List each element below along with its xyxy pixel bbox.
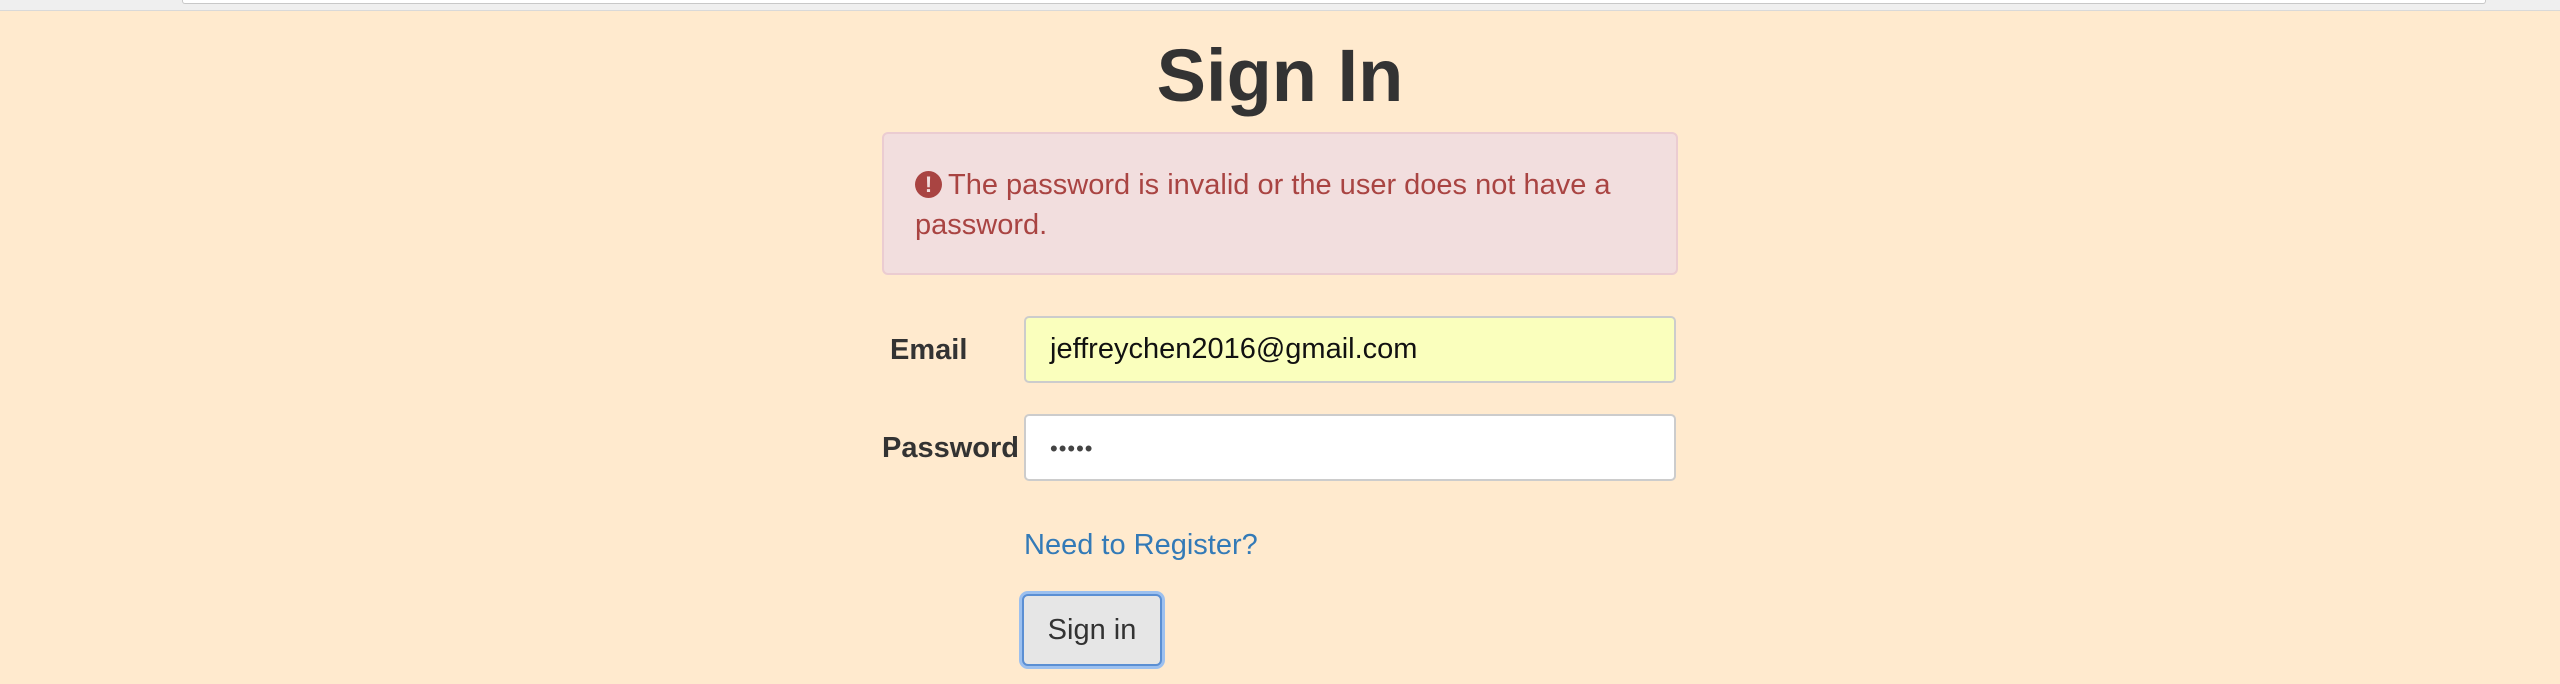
register-link[interactable]: Need to Register? bbox=[1024, 527, 1258, 563]
email-value: jeffreychen2016@gmail.com bbox=[1050, 333, 1418, 365]
password-field[interactable]: ••••• bbox=[1024, 414, 1676, 481]
page-title: Sign In bbox=[1156, 34, 1404, 117]
error-message: The password is invalid or the user does… bbox=[915, 169, 1611, 241]
password-value: ••••• bbox=[1050, 436, 1094, 461]
password-label: Password bbox=[882, 432, 1019, 464]
email-label: Email bbox=[890, 334, 968, 366]
email-field[interactable]: jeffreychen2016@gmail.com bbox=[1024, 316, 1676, 383]
sign-in-button[interactable]: Sign in bbox=[1022, 594, 1162, 666]
exclamation-circle-icon: ! bbox=[915, 171, 942, 198]
address-bar[interactable] bbox=[182, 0, 2486, 4]
browser-top-strip bbox=[0, 0, 2560, 11]
error-alert: ! The password is invalid or the user doe… bbox=[882, 132, 1678, 275]
